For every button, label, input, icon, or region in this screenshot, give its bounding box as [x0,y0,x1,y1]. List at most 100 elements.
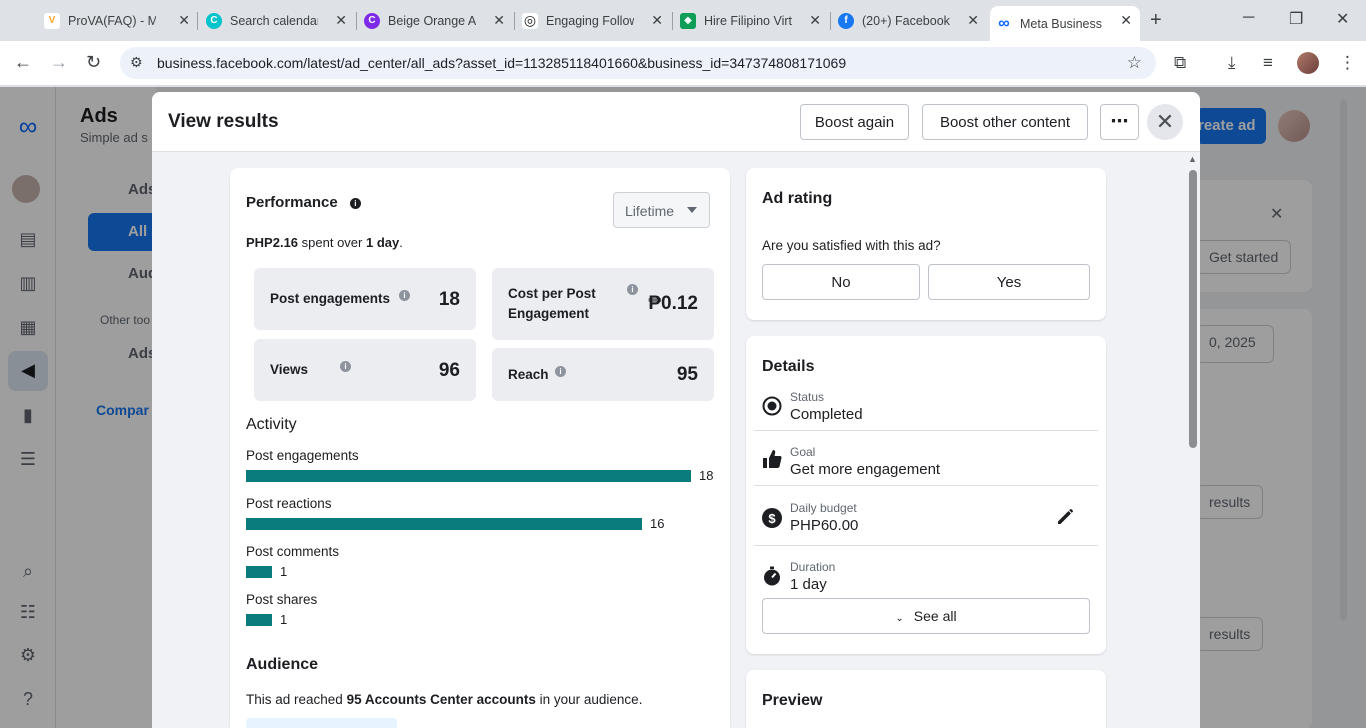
info-icon[interactable]: i [399,290,410,301]
close-tab-icon[interactable]: ✕ [967,12,979,29]
rating-yes-button[interactable]: Yes [928,264,1090,300]
forward-icon[interactable]: → [50,52,68,73]
metric-label: Cost per Post Engagement [508,286,596,321]
see-all-button[interactable]: ⌄ See all [762,598,1090,634]
restore-icon[interactable]: ❐ [1289,9,1303,29]
tab-separator [514,12,515,30]
performance-card: Performance i Lifetime PHP2.16 spent ove… [230,168,730,728]
metric-label: Views [270,362,309,377]
caret-down-icon [687,207,697,213]
metric-post-engagements: Post engagements i 18 [254,268,476,330]
details-title: Details [762,358,815,375]
extensions-icon[interactable]: ⧉ [1174,53,1186,73]
spent-duration: 1 day [365,235,400,250]
tab-title: Hire Filipino Virt [704,13,792,28]
details-card: Details Status Completed Goal Get more e… [746,336,1106,654]
dialog-header: View results Boost again Boost other con… [152,92,1200,152]
detail-value: Completed [790,406,863,423]
activity-title: Activity [246,416,297,433]
browser-tab[interactable]: C Beige Orange Ae ✕ [358,6,513,35]
scrollbar-thumb[interactable] [1340,100,1347,620]
info-icon[interactable]: i [555,366,566,377]
browser-tab[interactable]: C Search calendar ✕ [200,6,355,35]
metric-label: Reach [508,367,549,382]
scroll-up-arrow-icon[interactable]: ▲ [1188,154,1197,164]
boost-again-button[interactable]: Boost again [800,104,909,140]
browser-tab[interactable]: ◆ Hire Filipino Virt ✕ [674,6,829,35]
tab-separator [830,12,831,30]
metric-value: ₱0.12 [648,293,698,314]
browser-tab[interactable]: ◎ Engaging Follow ✕ [516,6,671,35]
audience-button[interactable] [246,718,397,728]
metric-value: 18 [438,289,460,310]
stopwatch-icon [764,566,780,586]
dialog-scrollbar[interactable]: ▲ [1186,152,1200,728]
period-dropdown[interactable]: Lifetime [613,192,710,228]
close-tab-icon[interactable]: ✕ [335,12,347,29]
back-icon[interactable]: ← [14,52,32,73]
close-window-icon[interactable]: ✕ [1336,9,1349,29]
status-radio-icon [762,396,782,416]
audience-title: Audience [246,656,319,673]
boost-other-content-button[interactable]: Boost other content [922,104,1088,140]
tab-separator [672,12,673,30]
spent-amount: PHP2.16 [246,235,299,250]
minimize-icon[interactable]: ─ [1243,9,1254,27]
rating-no-button[interactable]: No [762,264,920,300]
close-tab-icon[interactable]: ✕ [1120,12,1132,29]
browser-tab[interactable]: f (20+) Facebook ✕ [832,6,987,35]
site-settings-icon[interactable]: ⚙ [130,54,143,71]
reload-icon[interactable]: ↻ [86,52,101,73]
detail-label: Daily budget [790,501,857,515]
new-tab-icon[interactable]: + [1150,9,1162,32]
browser-toolbar: ← → ↻ ⚙ business.facebook.com/latest/ad_… [0,41,1366,86]
browser-tab-strip: V ProVA(FAQ) - Me ✕ C Search calendar ✕ … [0,0,1366,41]
detail-row-status: Status Completed [754,386,1098,431]
profile-avatar[interactable] [1297,52,1319,74]
meta-icon: ∞ [996,15,1012,32]
tab-title: (20+) Facebook [862,13,950,28]
browser-tab[interactable]: V ProVA(FAQ) - Me ✕ [38,6,198,35]
dialog-scrollbar-thumb[interactable] [1189,170,1197,448]
info-icon[interactable]: i [627,284,638,295]
download-icon[interactable]: ⤓ [1228,53,1236,73]
canva-icon: C [364,12,380,29]
close-tab-icon[interactable]: ✕ [809,12,821,29]
address-bar[interactable]: ⚙ business.facebook.com/latest/ad_center… [120,47,1156,79]
metric-label: Post engagements [270,291,391,306]
performance-title-text: Performance [246,194,338,211]
more-options-button[interactable]: ⋯ [1100,104,1139,140]
activity-value: 1 [280,612,288,627]
chatgpt-icon: ◎ [522,12,538,29]
prova-icon: V [44,12,60,29]
media-control-icon[interactable]: ≡ [1263,53,1273,73]
tab-title: Meta Business S [1020,16,1102,31]
detail-row-goal: Goal Get more engagement [754,431,1098,486]
close-dialog-button[interactable]: ✕ [1147,104,1183,140]
budget-dollar-icon: $ [762,508,782,528]
info-icon[interactable]: i [349,197,361,209]
close-tab-icon[interactable]: ✕ [493,12,505,29]
url-text[interactable]: business.facebook.com/latest/ad_center/a… [157,55,846,71]
close-tab-icon[interactable]: ✕ [651,12,663,29]
edit-pencil-icon[interactable] [1056,506,1076,526]
activity-label: Post comments [246,544,340,559]
tab-title: Search calendar [230,13,318,28]
detail-label: Goal [790,445,816,459]
activity-value: 18 [699,468,714,483]
menu-icon[interactable]: ⋮ [1339,53,1356,73]
detail-value: PHP60.00 [790,517,859,534]
detail-label: Duration [790,560,836,574]
activity-label: Post engagements [246,448,359,463]
detail-label: Status [790,390,825,404]
browser-tab-active[interactable]: ∞ Meta Business S ✕ [990,6,1140,41]
ad-rating-question: Are you satisfied with this ad? [762,238,941,253]
thumbs-up-icon [763,450,782,468]
close-tab-icon[interactable]: ✕ [178,12,190,29]
page-scrollbar[interactable] [1338,90,1348,620]
bookmark-star-icon[interactable]: ☆ [1127,53,1142,73]
activity-bar [246,614,272,626]
detail-row-duration: Duration 1 day [754,546,1098,596]
audience-text: This ad reached 95 Accounts Center accou… [246,692,642,707]
info-icon[interactable]: i [340,361,351,372]
